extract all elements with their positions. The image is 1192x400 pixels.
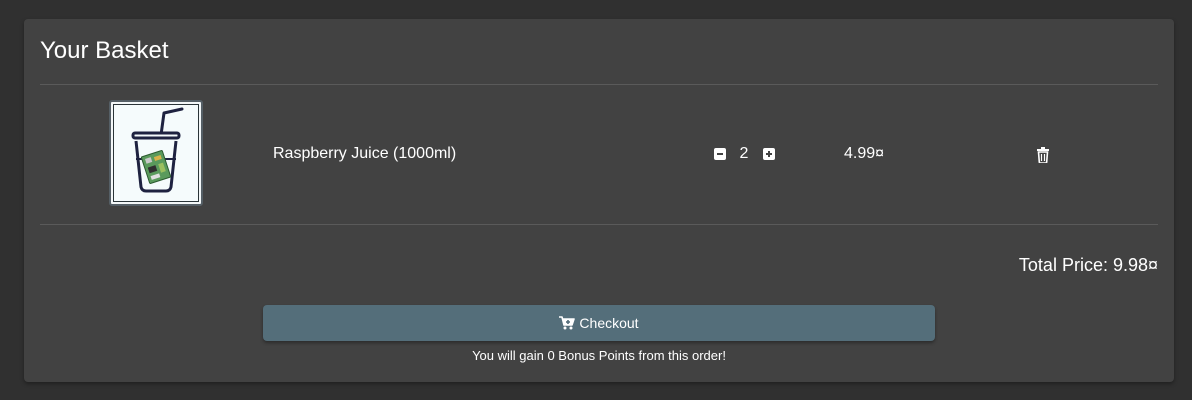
basket-card: Your Basket Raspberry Juice (1000ml) 2 4… bbox=[24, 19, 1174, 382]
product-name: Raspberry Juice (1000ml) bbox=[273, 145, 457, 162]
bonus-points-message: You will gain 0 Bonus Points from this o… bbox=[472, 348, 726, 363]
quantity-value: 2 bbox=[739, 145, 749, 162]
juice-cup-icon bbox=[131, 107, 184, 193]
item-price: 4.99¤ bbox=[844, 145, 885, 162]
decrease-quantity-button[interactable] bbox=[714, 148, 726, 160]
total-price: Total Price: 9.98¤ bbox=[1018, 255, 1158, 275]
increase-quantity-button[interactable] bbox=[763, 148, 775, 160]
divider bbox=[40, 224, 1158, 225]
product-image bbox=[109, 100, 203, 206]
trash-icon[interactable] bbox=[1036, 147, 1050, 163]
cart-icon bbox=[559, 316, 576, 330]
checkout-label: Checkout bbox=[579, 315, 639, 331]
checkout-button[interactable]: Checkout bbox=[263, 305, 935, 341]
basket-row: Raspberry Juice (1000ml) 2 4.99¤ bbox=[40, 85, 1158, 225]
page-title: Your Basket bbox=[40, 37, 169, 64]
